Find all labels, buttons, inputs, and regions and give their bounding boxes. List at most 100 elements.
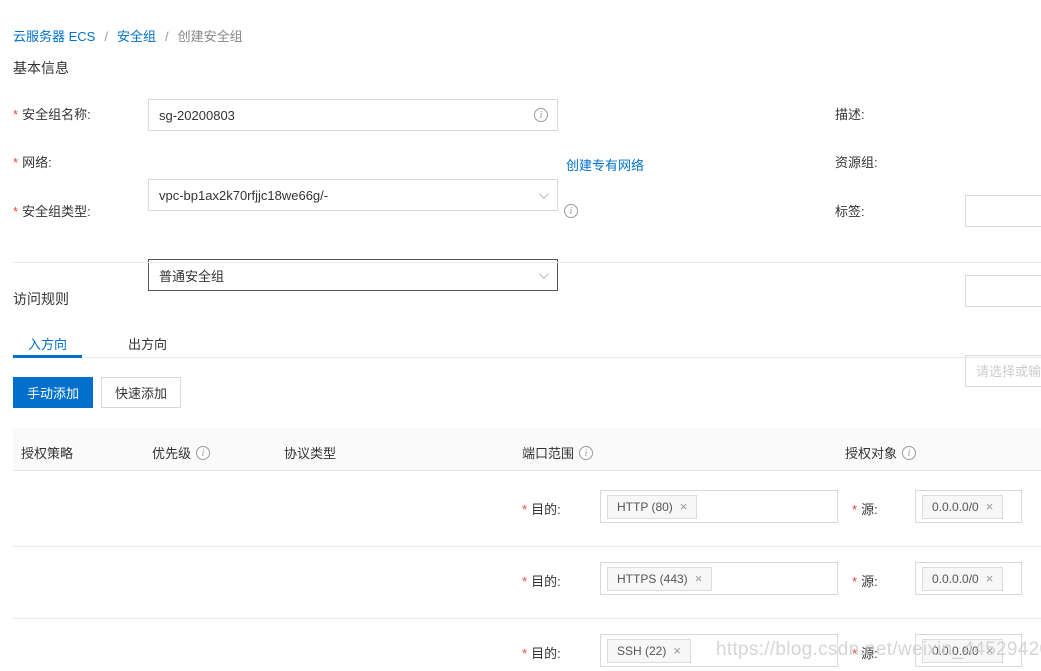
network-label: * 网络: [13, 155, 52, 171]
chip-close-icon[interactable]: × [986, 644, 994, 657]
description-input[interactable] [966, 196, 1041, 226]
create-vpc-link[interactable]: 创建专有网络 [566, 155, 644, 174]
section-divider [13, 262, 1041, 263]
breadcrumb-ecs-link[interactable]: 云服务器 ECS [13, 29, 95, 44]
header-auth-object: 授权对象 [845, 443, 916, 462]
rule-dest-tagbox[interactable]: SSH (22)× [600, 634, 838, 667]
access-rules-title: 访问规则 [13, 289, 69, 309]
header-policy: 授权策略 [21, 443, 73, 462]
dest-port-chip-text: HTTPS (443) [617, 572, 688, 586]
resource-group-input[interactable] [966, 276, 1041, 306]
rule-dest-label-text: 目的: [531, 574, 561, 589]
breadcrumb: 云服务器 ECS/安全组/创建安全组 [13, 26, 243, 45]
resource-group-field [965, 275, 1041, 307]
required-mark: * [852, 574, 857, 589]
quick-add-button[interactable]: 快速添加 [101, 377, 181, 408]
network-select-value: vpc-bp1ax2k70rfjjc18we66g/- [159, 188, 328, 203]
rule-dest-label: * 目的: [522, 499, 561, 518]
row-divider [13, 618, 1041, 619]
breadcrumb-current: 创建安全组 [178, 29, 243, 44]
description-label: 描述: [835, 107, 865, 123]
rule-source-tagbox[interactable]: 0.0.0.0/0 × [915, 490, 1022, 523]
dest-port-chip: SSH (22)× [607, 639, 691, 663]
security-group-type-value: 普通安全组 [159, 266, 224, 285]
security-group-type-label-text: 安全组类型: [22, 204, 91, 219]
rules-table-header: 授权策略 优先级 协议类型 端口范围 授权对象 [13, 428, 1041, 471]
required-mark: * [522, 646, 527, 661]
network-label-text: 网络: [22, 155, 52, 170]
required-mark: * [852, 502, 857, 517]
header-protocol-text: 协议类型 [284, 443, 336, 462]
tag-field [965, 355, 1041, 387]
required-mark: * [13, 204, 18, 219]
breadcrumb-security-group-link[interactable]: 安全组 [117, 29, 156, 44]
chevron-down-icon [539, 189, 549, 199]
breadcrumb-separator: / [165, 29, 169, 44]
chip-close-icon[interactable]: × [673, 644, 681, 657]
required-mark: * [522, 574, 527, 589]
priority-info-icon[interactable] [196, 446, 210, 460]
active-tab-underline [13, 355, 82, 358]
chip-close-icon[interactable]: × [695, 572, 703, 585]
dest-port-chip: HTTP (80) × [607, 495, 697, 519]
tab-outbound[interactable]: 出方向 [128, 334, 167, 353]
dest-port-chip: HTTPS (443) × [607, 567, 712, 591]
security-group-name-label: * 安全组名称: [13, 107, 91, 123]
source-cidr-chip: 0.0.0.0/0 × [922, 639, 1003, 663]
header-policy-text: 授权策略 [21, 443, 73, 462]
rule-source-tagbox[interactable]: 0.0.0.0/0 × [915, 634, 1022, 667]
security-group-name-label-text: 安全组名称: [22, 107, 91, 122]
create-security-group-page: 云服务器 ECS/安全组/创建安全组 基本信息 *安全组名称: *网络: vpc… [0, 0, 1041, 671]
name-info-icon[interactable] [534, 108, 548, 122]
rule-dest-label: * 目的: [522, 643, 561, 662]
chevron-down-icon [539, 269, 549, 279]
manual-add-button[interactable]: 手动添加 [13, 377, 93, 408]
rule-dest-label-text: 目的: [531, 646, 561, 661]
header-port-range-text: 端口范围 [522, 443, 574, 462]
rule-dest-label: * 目的: [522, 571, 561, 590]
source-cidr-chip-text: 0.0.0.0/0 [932, 500, 979, 514]
rule-source-label: * 源: [852, 643, 878, 662]
rule-source-tagbox[interactable]: 0.0.0.0/0 × [915, 562, 1022, 595]
header-port-range: 端口范围 [522, 443, 593, 462]
chip-close-icon[interactable]: × [986, 500, 994, 513]
source-cidr-chip-text: 0.0.0.0/0 [932, 572, 979, 586]
source-cidr-chip-text: 0.0.0.0/0 [932, 644, 979, 658]
required-mark: * [852, 646, 857, 661]
required-mark: * [13, 155, 18, 170]
tag-label: 标签: [835, 204, 865, 220]
resource-group-label: 资源组: [835, 155, 878, 171]
security-group-name-field [148, 99, 558, 131]
description-field [965, 195, 1041, 227]
type-info-icon[interactable] [564, 204, 578, 218]
chip-close-icon[interactable]: × [986, 572, 994, 585]
rule-source-label: *源: [852, 499, 878, 518]
auth-object-info-icon[interactable] [902, 446, 916, 460]
rule-source-label: * 源: [852, 571, 878, 590]
header-priority: 优先级 [152, 443, 210, 462]
security-group-type-select[interactable]: 普通安全组 [148, 259, 558, 291]
chip-close-icon[interactable]: × [680, 500, 688, 513]
security-group-name-input[interactable] [149, 100, 557, 130]
source-cidr-chip: 0.0.0.0/0 × [922, 495, 1003, 519]
tag-input[interactable] [966, 356, 1041, 386]
tab-inbound[interactable]: 入方向 [28, 334, 67, 353]
header-auth-object-text: 授权对象 [845, 443, 897, 462]
header-priority-text: 优先级 [152, 443, 191, 462]
header-protocol: 协议类型 [284, 443, 336, 462]
basic-info-title: 基本信息 [13, 58, 69, 78]
security-group-type-label: * 安全组类型: [13, 204, 91, 220]
network-select[interactable]: vpc-bp1ax2k70rfjjc18we66g/- [148, 179, 558, 211]
required-mark: * [522, 502, 527, 517]
port-range-info-icon[interactable] [579, 446, 593, 460]
rule-dest-tagbox[interactable]: HTTP (80) × [600, 490, 838, 523]
tab-bar-line [13, 357, 1041, 358]
rule-dest-tagbox[interactable]: HTTPS (443) × [600, 562, 838, 595]
dest-port-chip-text: HTTP (80) [617, 500, 673, 514]
row-divider [13, 546, 1041, 547]
required-mark: * [13, 107, 18, 122]
source-cidr-chip: 0.0.0.0/0 × [922, 567, 1003, 591]
rule-source-label-text: 源: [861, 646, 878, 661]
rule-dest-label-text: 目的: [531, 502, 561, 517]
rule-source-label-text: 源: [861, 574, 878, 589]
